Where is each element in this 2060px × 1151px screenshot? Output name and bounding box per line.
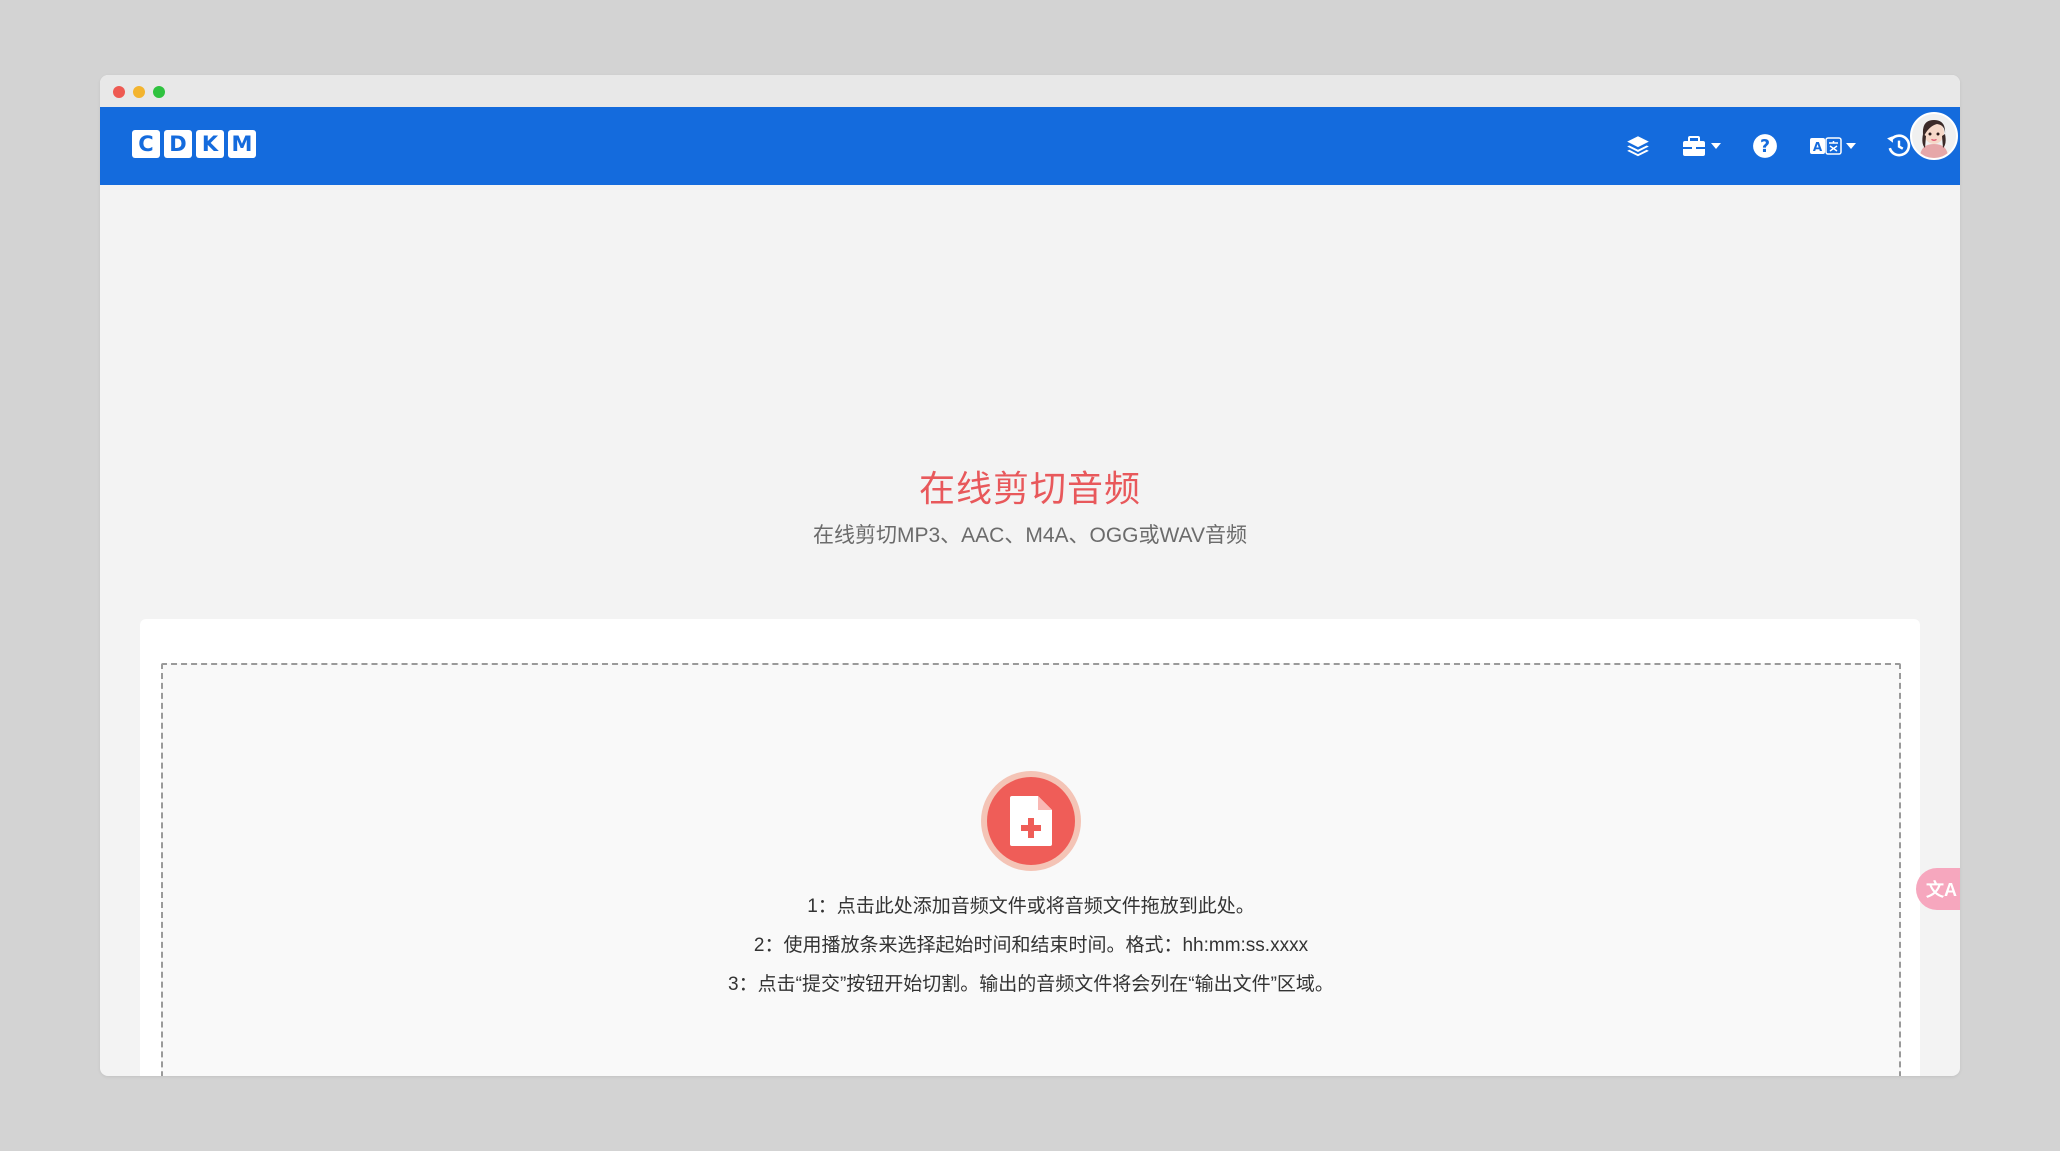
toolbox-menu[interactable] bbox=[1681, 107, 1721, 185]
chevron-down-icon bbox=[1711, 143, 1721, 149]
upload-card: 1：点击此处添加音频文件或将音频文件拖放到此处。 2：使用播放条来选择起始时间和… bbox=[140, 619, 1920, 1076]
site-logo[interactable]: C D K M bbox=[132, 130, 256, 158]
logo-letter: C bbox=[132, 130, 160, 158]
chevron-down-icon bbox=[1846, 143, 1856, 149]
maximize-window-button[interactable] bbox=[153, 86, 165, 98]
minimize-window-button[interactable] bbox=[133, 86, 145, 98]
logo-letter: M bbox=[228, 130, 256, 158]
instruction-step: 2：使用播放条来选择起始时间和结束时间。格式：hh:mm:ss.xxxx bbox=[753, 935, 1309, 956]
file-dropzone[interactable]: 1：点击此处添加音频文件或将音频文件拖放到此处。 2：使用播放条来选择起始时间和… bbox=[161, 663, 1901, 1076]
logo-letter: K bbox=[196, 130, 224, 158]
instruction-steps: 1：点击此处添加音频文件或将音频文件拖放到此处。 2：使用播放条来选择起始时间和… bbox=[163, 887, 1899, 1004]
language-menu[interactable]: A bbox=[1810, 107, 1856, 185]
instruction-step: 1：点击此处添加音频文件或将音频文件拖放到此处。 bbox=[807, 896, 1255, 917]
file-add-icon bbox=[1010, 796, 1052, 846]
language-icon: A bbox=[1810, 137, 1842, 155]
add-file-button[interactable] bbox=[981, 771, 1081, 871]
user-avatar[interactable] bbox=[1910, 112, 1958, 160]
logo-letter: D bbox=[164, 130, 192, 158]
toolbox-icon bbox=[1683, 136, 1705, 156]
top-navbar: C D K M ? A bbox=[100, 107, 1960, 185]
page-subtitle: 在线剪切MP3、AAC、M4A、OGG或WAV音频 bbox=[812, 524, 1248, 547]
translate-widget-button[interactable]: 文A bbox=[1916, 868, 1960, 910]
layers-icon[interactable] bbox=[1625, 107, 1651, 185]
help-icon[interactable]: ? bbox=[1752, 107, 1778, 185]
translate-icon: 文A bbox=[1926, 880, 1957, 900]
svg-text:?: ? bbox=[1760, 137, 1770, 157]
history-icon[interactable] bbox=[1886, 107, 1912, 185]
browser-window: C D K M ? A 在线剪切音频 在线剪切MP3、AAC、M4A、OGG或W… bbox=[100, 75, 1960, 1076]
page-title: 在线剪切音频 bbox=[918, 468, 1141, 509]
close-window-button[interactable] bbox=[113, 86, 125, 98]
svg-text:A: A bbox=[1813, 140, 1823, 154]
instruction-step: 3：点击“提交”按钮开始切割。输出的音频文件将会列在“输出文件”区域。 bbox=[728, 974, 1334, 995]
window-titlebar bbox=[100, 75, 1960, 107]
